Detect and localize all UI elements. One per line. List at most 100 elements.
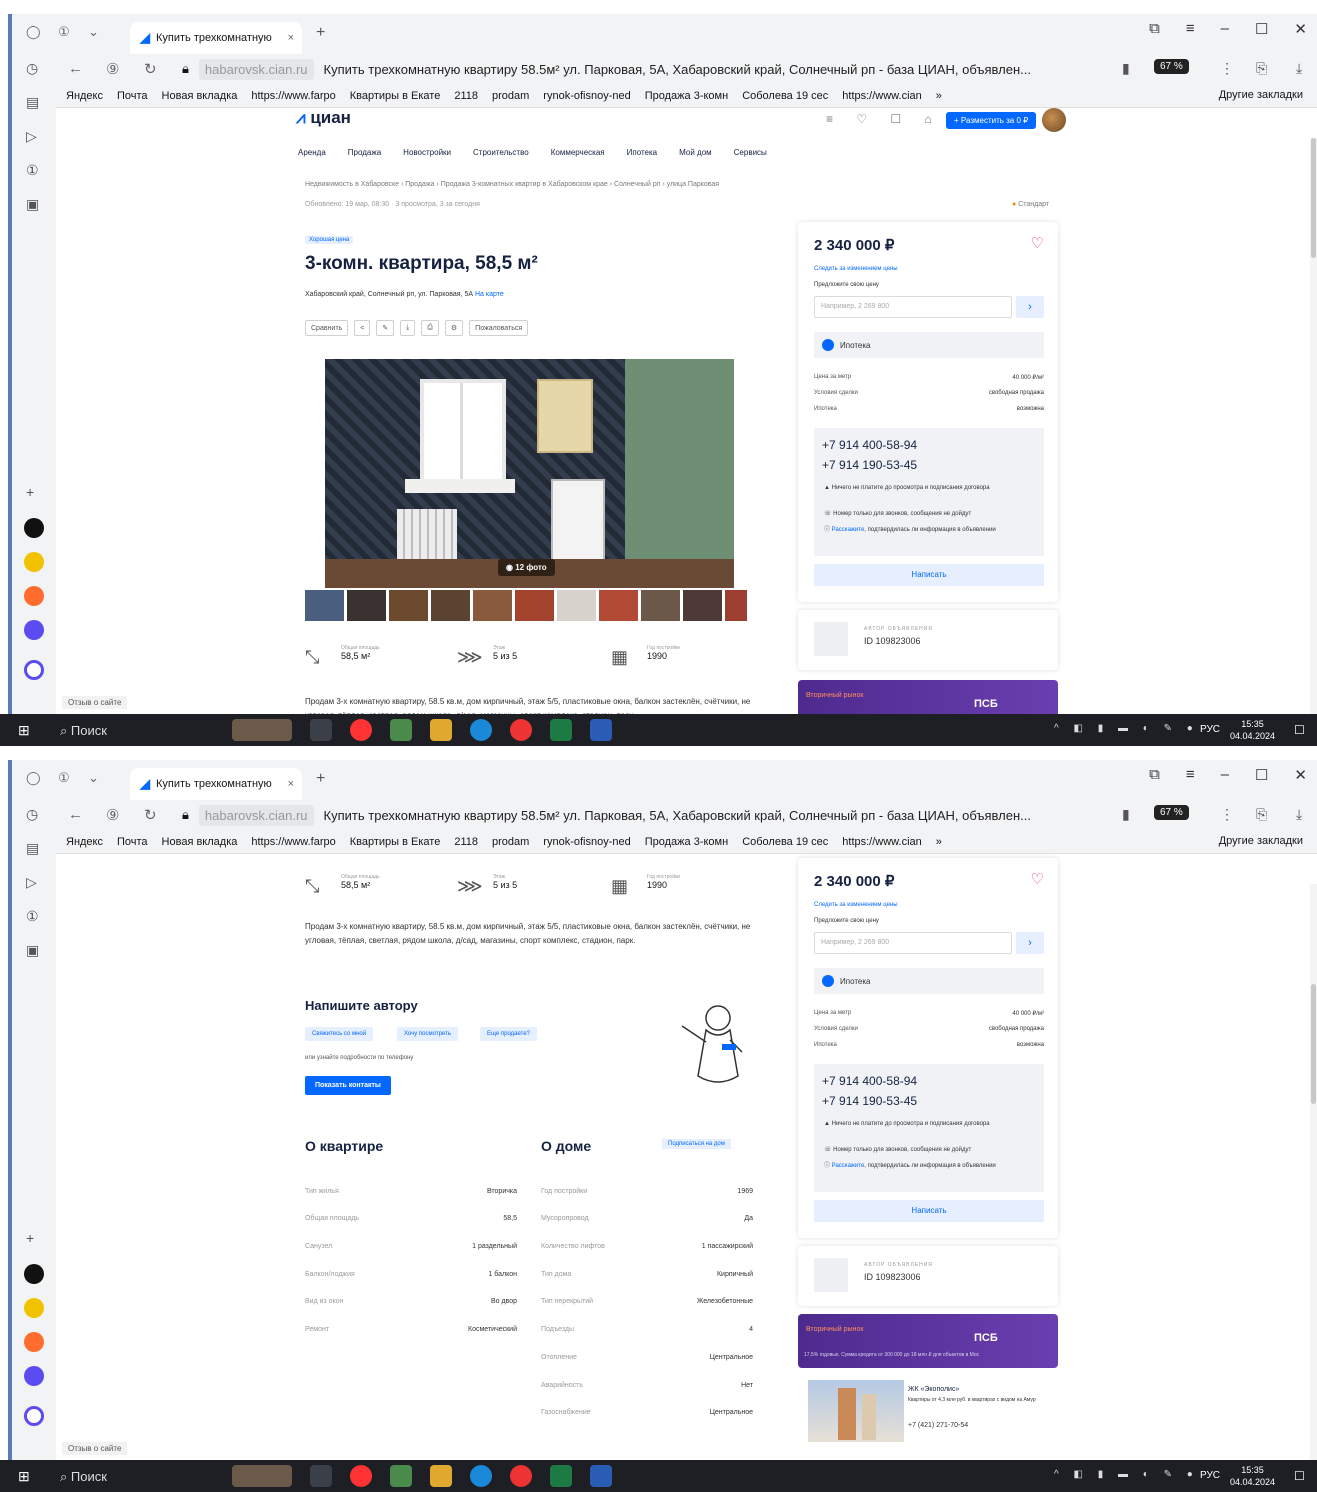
follow-price-link[interactable]: Следить за изменением цены [814, 266, 898, 272]
offer-submit-button[interactable]: › [1016, 932, 1044, 954]
bookmark-item[interactable]: Продажа 3-комн [645, 90, 728, 102]
thumbnail[interactable] [557, 590, 596, 621]
settings-button[interactable]: ⚙ [444, 320, 464, 336]
windows-start-icon[interactable]: ⊞ [18, 1468, 30, 1485]
browser-tab[interactable]: ◢ Купить трехкомнатную × [130, 768, 302, 800]
scroll-thumb[interactable] [1311, 138, 1316, 258]
thumbnail[interactable] [473, 590, 512, 621]
tabs-list-icon[interactable]: ≡ [1186, 766, 1195, 784]
phone-number[interactable]: +7 914 190-53-45 [822, 1094, 917, 1108]
nav-item[interactable]: Аренда [298, 148, 326, 157]
back-icon[interactable]: ← [68, 806, 83, 823]
gallery-icon[interactable]: ▣ [26, 942, 39, 959]
app-yellow-icon[interactable] [24, 552, 44, 572]
add-icon[interactable]: + [26, 1230, 34, 1246]
compare-button[interactable]: Сравнить [305, 320, 349, 336]
tab-counter-icon[interactable]: ① [58, 24, 70, 40]
heart-icon[interactable]: ♡ [1031, 234, 1044, 252]
taskbar-thumbnail[interactable] [232, 1465, 292, 1487]
bookmark-item[interactable]: Яндекс [66, 836, 103, 848]
zoom-badge[interactable]: 67 % [1154, 59, 1189, 74]
shield-icon[interactable]: ⑨ [106, 60, 119, 78]
shield-icon[interactable]: ⑨ [106, 806, 119, 824]
bookmark-panel-icon[interactable]: ⧉ [1149, 20, 1160, 38]
notes-icon[interactable]: ▤ [26, 94, 39, 111]
taskbar-search[interactable]: ⌕ Поиск [60, 1469, 107, 1485]
yandex-browser-icon[interactable] [350, 1465, 372, 1487]
bookmark-panel-icon[interactable]: ⧉ [1149, 766, 1160, 784]
print-button[interactable]: ⎙ [421, 320, 439, 336]
author-card[interactable]: АВТОР ОБЪЯВЛЕНИЯ ID 109823006 [798, 610, 1058, 670]
mortgage-button[interactable]: Ипотека [814, 968, 1044, 994]
new-tab-button[interactable]: + [316, 24, 325, 42]
subscribe-house-button[interactable]: Подписаться на дом [662, 1139, 731, 1149]
bookmark-item[interactable]: Почта [117, 90, 148, 102]
url-field[interactable]: 🔒︎ habarovsk.cian.ru Купить трехкомнатну… [182, 56, 1092, 82]
history-icon[interactable]: ◷ [26, 806, 38, 823]
clock[interactable]: 15:35 04.04.2024 [1230, 1464, 1275, 1488]
tabs-menu-icon[interactable]: ⌄ [88, 24, 99, 40]
bookmark-item[interactable]: Квартиры в Екате [350, 836, 441, 848]
yandex-icon[interactable] [510, 719, 532, 741]
follow-price-link[interactable]: Следить за изменением цены [814, 902, 898, 908]
note-button[interactable]: ✎ [376, 320, 395, 336]
menu-icon[interactable]: ⋮ [1220, 60, 1234, 77]
bookmark-icon[interactable]: ▮ [1122, 60, 1130, 77]
taskbar-thumbnail[interactable] [232, 719, 292, 741]
app-black-icon[interactable] [24, 518, 44, 538]
post-ad-button[interactable]: + Разместить за 0 ₽ [946, 112, 1037, 129]
tab-close-icon[interactable]: × [288, 778, 294, 790]
complain-button[interactable]: Пожаловаться [469, 320, 529, 336]
thumbnail[interactable] [305, 590, 344, 621]
other-bookmarks[interactable]: Другие закладки [1219, 89, 1303, 101]
notifications-icon[interactable]: ☐ [1294, 723, 1305, 737]
phone-number[interactable]: +7 914 190-53-45 [822, 458, 917, 472]
other-bookmarks[interactable]: Другие закладки [1219, 835, 1303, 847]
thumbnail[interactable] [641, 590, 680, 621]
nav-item[interactable]: Новостройки [403, 148, 451, 157]
thumbnail[interactable] [683, 590, 722, 621]
feedback-button[interactable]: Отзыв о сайте [62, 1442, 128, 1455]
menu-icon[interactable]: ⋮ [1220, 806, 1234, 823]
share-button[interactable]: < [354, 320, 371, 336]
heart-icon[interactable]: ♡ [1031, 870, 1044, 888]
download-icon[interactable]: ⤓ [1296, 806, 1302, 823]
play-icon[interactable]: ▷ [26, 874, 37, 891]
back-icon[interactable]: ← [68, 60, 83, 77]
browser-tab[interactable]: ◢ Купить трехкомнатную × [130, 22, 302, 54]
app-ring-icon[interactable] [24, 1406, 44, 1426]
app-orange-icon[interactable] [24, 586, 44, 606]
play-icon[interactable]: ▷ [26, 128, 37, 145]
thumbnail[interactable] [431, 590, 470, 621]
word-icon[interactable] [590, 719, 612, 741]
bookmarks-more[interactable]: » [936, 90, 942, 102]
add-icon[interactable]: + [26, 484, 34, 500]
windows-start-icon[interactable]: ⊞ [18, 722, 30, 739]
clock[interactable]: 15:35 04.04.2024 [1230, 718, 1275, 742]
map-link[interactable]: На карте [475, 291, 504, 298]
write-button[interactable]: Написать [814, 564, 1044, 586]
bookmark-item[interactable]: 2118 [454, 836, 478, 848]
complex-ad[interactable]: ЖК «Экополис» Квартиры от 4,3 млн руб. в… [806, 1378, 1060, 1448]
bookmark-item[interactable]: https://www.cian [842, 90, 921, 102]
minimize-icon[interactable]: – [1221, 766, 1229, 784]
scroll-thumb[interactable] [1311, 984, 1316, 1104]
extensions-icon[interactable]: ⎘ [1256, 806, 1267, 823]
bank-banner[interactable]: Вторичный рынок ПСБ 17,5% годовых. Сумма… [798, 1314, 1058, 1368]
maximize-icon[interactable]: ☐ [1255, 20, 1268, 38]
close-window-icon[interactable]: ✕ [1294, 20, 1307, 38]
edge-icon[interactable] [470, 1465, 492, 1487]
excel-icon[interactable] [550, 1465, 572, 1487]
bookmark-item[interactable]: Продажа 3-комн [645, 836, 728, 848]
bookmark-item[interactable]: 2118 [454, 90, 478, 102]
notifications-icon[interactable]: ☐ [1294, 1469, 1305, 1483]
offer-input[interactable]: Например, 2 269 800 [814, 296, 1012, 318]
language-indicator[interactable]: РУС [1200, 1470, 1220, 1481]
explorer-icon[interactable] [430, 1465, 452, 1487]
bookmark-item[interactable]: Новая вкладка [162, 90, 238, 102]
nav-item[interactable]: Строительство [473, 148, 529, 157]
breadcrumb[interactable]: Недвижимость в Хабаровске › Продажа › Пр… [305, 181, 719, 188]
bookmark-item[interactable]: prodam [492, 836, 529, 848]
bookmark-item[interactable]: https://www.farpo [251, 90, 335, 102]
avatar[interactable] [1042, 108, 1066, 132]
